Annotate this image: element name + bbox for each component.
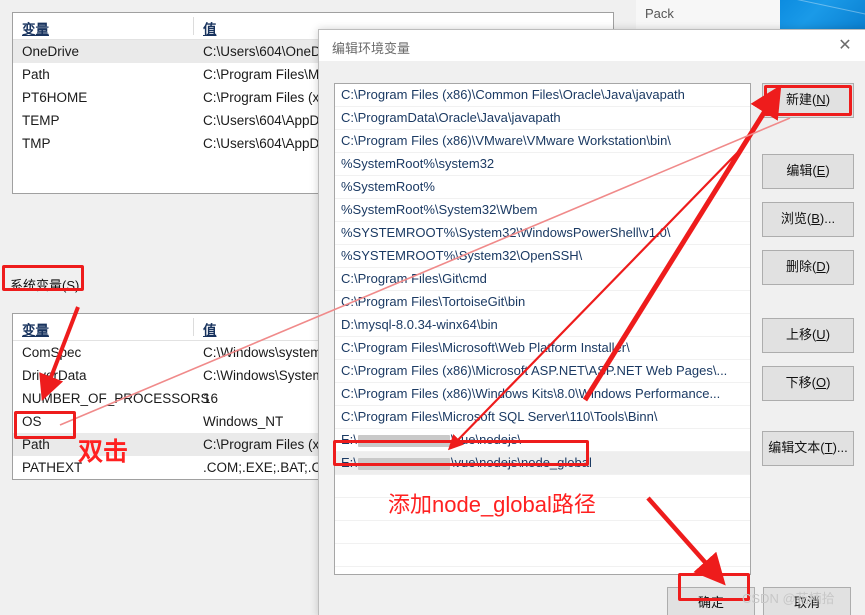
path-entry-text: %SYSTEMROOT%\System32\WindowsPowerShell\… (341, 225, 671, 240)
new-button[interactable]: 新建(N) (762, 83, 854, 118)
path-entry-text (341, 570, 345, 574)
path-entry-row[interactable]: C:\Program Files\Microsoft\Web Platform … (335, 337, 750, 360)
variable-value: AMD64 (203, 479, 248, 480)
path-entry-row[interactable] (335, 544, 750, 567)
column-divider (193, 17, 194, 35)
variable-value: C:\Program Files (x (203, 437, 320, 452)
browse-button[interactable]: 浏览(B)... (762, 202, 854, 237)
redaction-mask (357, 457, 450, 470)
path-entry-text: C:\Program Files (x86)\VMware\VMware Wor… (341, 133, 671, 148)
system-variables-label: 系统变量(S) (10, 278, 80, 293)
path-entry-text: C:\ProgramData\Oracle\Java\javapath (341, 110, 561, 125)
edit-text-button[interactable]: 编辑文本(T)... (762, 431, 854, 466)
path-entry-text: C:\Program Files\TortoiseGit\bin (341, 294, 526, 309)
path-entry-row[interactable] (335, 475, 750, 498)
path-entry-text: C:\Program Files (x86)\Microsoft ASP.NET… (341, 363, 728, 378)
variable-name: OneDrive (22, 44, 80, 59)
path-entry-row[interactable]: C:\Program Files\TortoiseGit\bin (335, 291, 750, 314)
path-entry-row[interactable]: C:\Program Files (x86)\Microsoft ASP.NET… (335, 360, 750, 383)
path-entry-row[interactable]: C:\Program Files (x86)\VMware\VMware Wor… (335, 130, 750, 153)
path-entry-suffix: \vue\nodejs\ (450, 432, 522, 447)
move-up-button[interactable]: 上移(U) (762, 318, 854, 353)
path-entry-row[interactable]: C:\Program Files\Microsoft SQL Server\11… (335, 406, 750, 429)
path-entry-text (341, 478, 345, 493)
ok-button[interactable]: 确定 (667, 587, 755, 615)
variable-value: C:\Program Files\M (203, 67, 320, 82)
path-entry-text: D:\mysql-8.0.34-winx64\bin (341, 317, 498, 332)
path-entry-row[interactable]: %SYSTEMROOT%\System32\WindowsPowerShell\… (335, 222, 750, 245)
path-entry-text (341, 524, 345, 539)
variable-value: Windows_NT (203, 414, 284, 429)
path-entry-row[interactable]: D:\mysql-8.0.34-winx64\bin (335, 314, 750, 337)
column-header-value[interactable]: 值 (203, 18, 217, 38)
path-entry-row[interactable]: %SYSTEMROOT%\System32\OpenSSH\ (335, 245, 750, 268)
path-entry-text: C:\Program Files (x86)\Common Files\Orac… (341, 87, 685, 102)
dialog-titlebar: 编辑环境变量 ✕ (319, 30, 865, 61)
path-entry-text: %SystemRoot% (341, 179, 435, 194)
path-entry-suffix: \vue\nodejs\node_global (450, 455, 592, 470)
desktop-wallpaper (780, 0, 865, 32)
column-header-name[interactable]: 变量 (22, 18, 49, 38)
close-icon[interactable]: ✕ (824, 30, 865, 61)
variable-name: Path (22, 437, 50, 452)
path-entry-text (341, 547, 345, 562)
variable-name: TEMP (22, 113, 60, 128)
path-entries-list[interactable]: C:\Program Files (x86)\Common Files\Orac… (334, 83, 751, 575)
path-entry-row[interactable] (335, 498, 750, 521)
path-entry-text: %SystemRoot%\system32 (341, 156, 495, 171)
edit-button[interactable]: 编辑(E) (762, 154, 854, 189)
redaction-mask (357, 434, 450, 447)
variable-name: PT6HOME (22, 90, 88, 105)
variable-value: C:\Users\604\OneD (203, 44, 321, 59)
path-entry-text: C:\Program Files (x86)\Windows Kits\8.0\… (341, 386, 721, 401)
path-entry-row[interactable]: %SystemRoot%\System32\Wbem (335, 199, 750, 222)
path-entries-rows: C:\Program Files (x86)\Common Files\Orac… (335, 84, 750, 574)
path-entry-prefix: E:\ (341, 455, 357, 470)
cancel-button[interactable]: 取消 (763, 587, 851, 615)
variable-value: C:\Users\604\AppD (203, 136, 320, 151)
path-entry-text: C:\Program Files\Microsoft\Web Platform … (341, 340, 630, 355)
path-entry-row[interactable]: E:\ \vue\nodejs\node_global (335, 452, 750, 475)
path-entry-text (341, 501, 345, 516)
path-entry-row[interactable]: C:\Program Files (x86)\Windows Kits\8.0\… (335, 383, 750, 406)
background-window-label: Pack (645, 6, 674, 21)
path-entry-row[interactable]: E:\ \vue\nodejs\ (335, 429, 750, 452)
path-entry-text: C:\Program Files\Microsoft SQL Server\11… (341, 409, 658, 424)
column-header-name[interactable]: 变量 (22, 319, 49, 339)
variable-value: C:\Users\604\AppD (203, 113, 320, 128)
path-entry-text: C:\Program Files\Git\cmd (341, 271, 487, 286)
path-entry-row[interactable]: %SystemRoot% (335, 176, 750, 199)
variable-value: 16 (203, 391, 219, 406)
variable-value: .COM;.EXE;.BAT;.CM (203, 460, 333, 475)
column-divider (193, 318, 194, 336)
variable-value: C:\Program Files (x (203, 90, 320, 105)
path-entry-row[interactable]: C:\Program Files (x86)\Common Files\Orac… (335, 84, 750, 107)
variable-name: PATHEXT (22, 460, 83, 475)
variable-name: TMP (22, 136, 51, 151)
path-entry-prefix: E:\ (341, 432, 357, 447)
column-header-value[interactable]: 值 (203, 319, 217, 339)
variable-name: ComSpec (22, 345, 82, 360)
variable-name: OS (22, 414, 42, 429)
screenshot-root: Pack 变量 值 OneDrive C:\Users\604\OneD Path C… (0, 0, 865, 615)
variable-value: C:\Windows\System (203, 368, 324, 383)
delete-button[interactable]: 删除(D) (762, 250, 854, 285)
path-entry-text: %SYSTEMROOT%\System32\OpenSSH\ (341, 248, 583, 263)
path-entry-row[interactable] (335, 567, 750, 574)
path-entry-row[interactable]: C:\ProgramData\Oracle\Java\javapath (335, 107, 750, 130)
path-entry-row[interactable]: C:\Program Files\Git\cmd (335, 268, 750, 291)
dialog-title: 编辑环境变量 (332, 41, 411, 56)
path-entry-row[interactable]: %SystemRoot%\system32 (335, 153, 750, 176)
edit-environment-variable-dialog: 编辑环境变量 ✕ C:\Program Files (x86)\Common F… (318, 29, 865, 615)
variable-name: NUMBER_OF_PROCESSORS (22, 391, 210, 406)
variable-value: C:\Windows\system (203, 345, 322, 360)
path-entry-row[interactable] (335, 521, 750, 544)
variable-name: Path (22, 67, 50, 82)
move-down-button[interactable]: 下移(O) (762, 366, 854, 401)
path-entry-text: %SystemRoot%\System32\Wbem (341, 202, 538, 217)
variable-name: DriverData (22, 368, 87, 383)
variable-name: PROCESSOR_ARCHITECT... (22, 479, 203, 480)
